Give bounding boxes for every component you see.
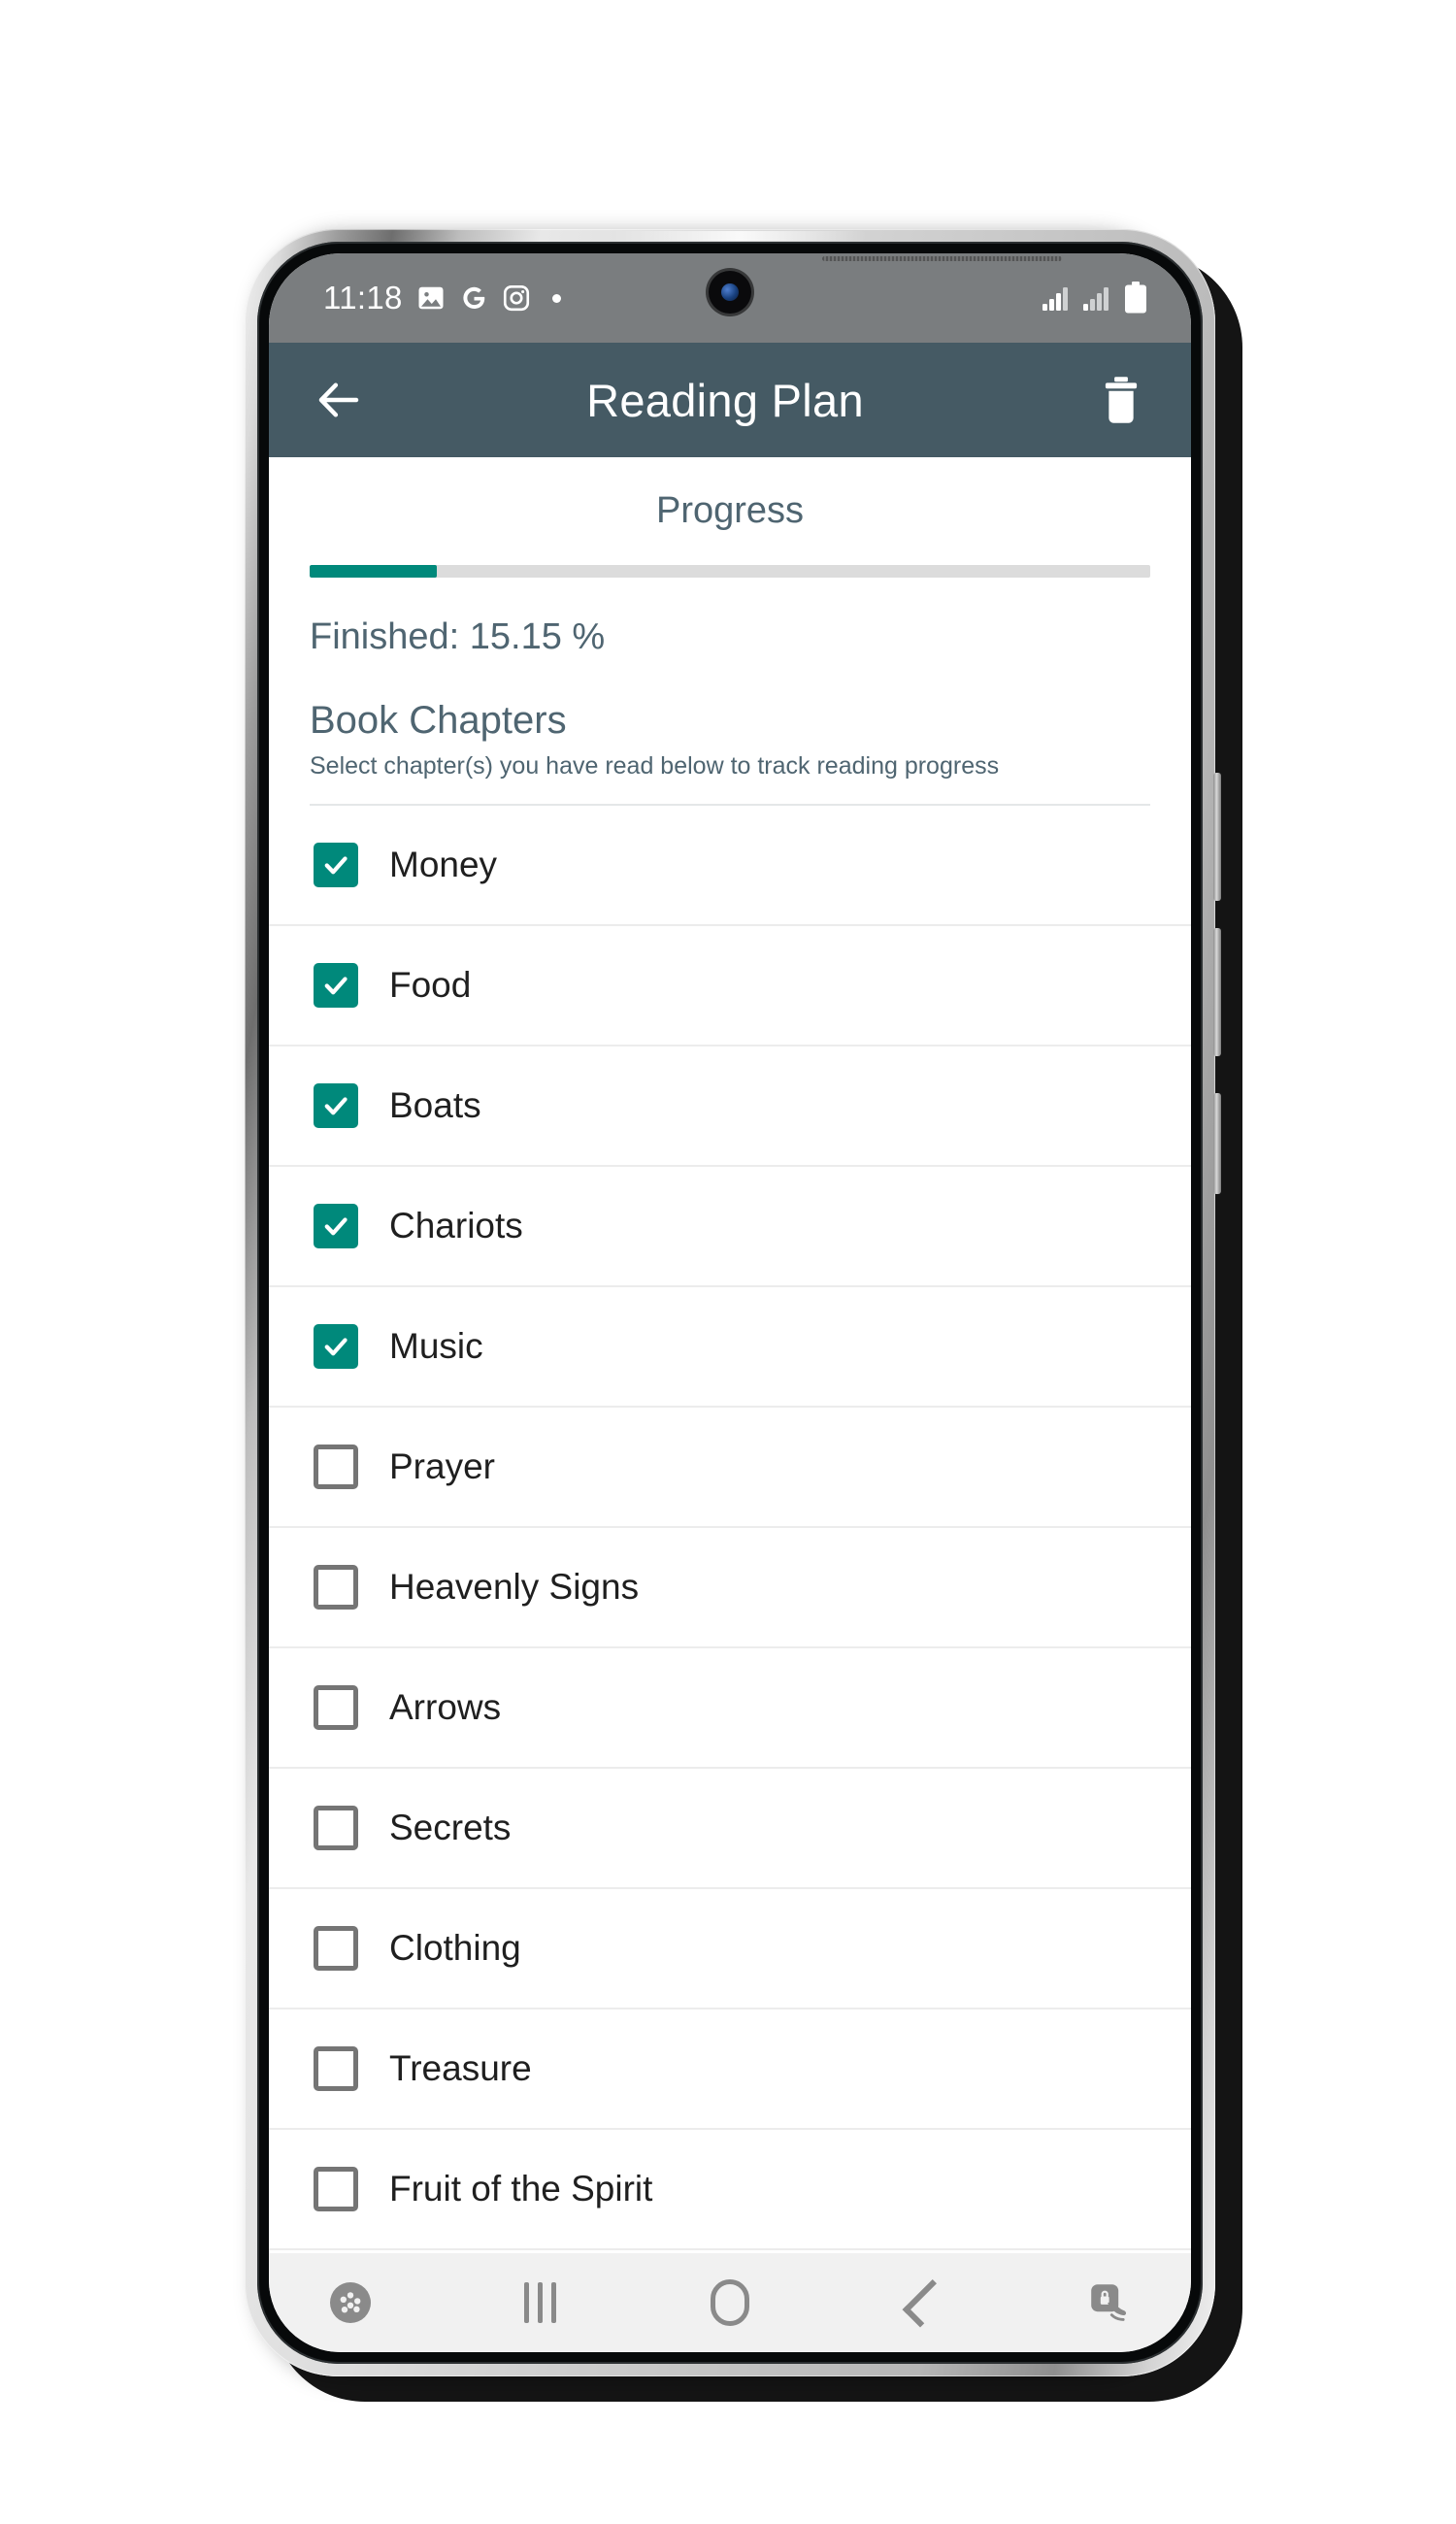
chapter-row[interactable]: Money — [269, 806, 1191, 926]
game-booster-icon[interactable] — [312, 2264, 389, 2341]
chapter-row[interactable]: Heavenly Signs — [269, 1528, 1191, 1648]
chapter-row[interactable]: Treasure — [269, 2009, 1191, 2130]
screenshot-canvas: 11:18 Reading Plan Progress Finished: 15… — [0, 0, 1456, 2524]
chapter-label: Clothing — [389, 1928, 521, 1968]
phone-screen: 11:18 Reading Plan Progress Finished: 15… — [269, 253, 1191, 2352]
content-area: Progress Finished: 15.15 % Book Chapters… — [269, 457, 1191, 2253]
recents-glyph — [524, 2282, 556, 2323]
chapter-label: Treasure — [389, 2048, 532, 2088]
checkbox-checked-icon[interactable] — [314, 1204, 358, 1248]
book-chapters-heading: Book Chapters — [310, 699, 567, 742]
phone-bezel: 11:18 Reading Plan Progress Finished: 15… — [257, 242, 1203, 2364]
status-bar-right — [1042, 282, 1148, 315]
back-icon[interactable] — [881, 2264, 959, 2341]
book-chapters-subtitle: Select chapter(s) you have read below to… — [310, 752, 1150, 806]
chapter-row[interactable]: Fruit of the Spirit — [269, 2130, 1191, 2250]
signal-bars-sim2-icon — [1082, 284, 1113, 312]
chapter-list: Money Food Boats Chariots Music Prayer Heavenl… — [269, 806, 1191, 2253]
frame-highlight — [613, 231, 866, 241]
phone-frame: 11:18 Reading Plan Progress Finished: 15… — [245, 229, 1221, 2376]
progress-label: Progress — [655, 490, 805, 531]
checkbox-checked-icon[interactable] — [314, 843, 358, 887]
chapter-row[interactable]: Secrets — [269, 1769, 1191, 1889]
instagram-icon — [502, 283, 531, 313]
back-glyph — [902, 2278, 950, 2328]
checkbox-checked-icon[interactable] — [314, 1083, 358, 1128]
checkbox-unchecked-icon[interactable] — [314, 1565, 358, 1610]
home-glyph — [711, 2279, 749, 2326]
chapter-row[interactable]: Clothing — [269, 1889, 1191, 2009]
page-title: Reading Plan — [586, 374, 864, 426]
chapter-label: Prayer — [389, 1446, 495, 1486]
progress-section: Progress Finished: 15.15 % Book Chapters… — [269, 457, 1191, 806]
checkbox-unchecked-icon[interactable] — [314, 1685, 358, 1730]
chapter-row[interactable]: Food — [269, 926, 1191, 1046]
chapter-row[interactable]: Arrows — [269, 1648, 1191, 1769]
app-bar: Reading Plan — [269, 343, 1191, 457]
chapter-label: Boats — [389, 1085, 481, 1125]
power-button[interactable] — [1213, 1093, 1221, 1194]
progress-bar-fill — [310, 565, 438, 578]
front-camera — [709, 271, 751, 314]
chapter-label: Music — [389, 1326, 483, 1366]
google-icon — [459, 283, 488, 313]
checkbox-unchecked-icon[interactable] — [314, 1926, 358, 1971]
progress-bar — [310, 565, 1150, 578]
screen-lock-touch-icon[interactable] — [1071, 2264, 1148, 2341]
chapter-label: Heavenly Signs — [389, 1567, 640, 1607]
chapter-label: Secrets — [389, 1808, 512, 1847]
status-bar-left: 11:18 — [323, 280, 561, 316]
chapter-row[interactable]: Music — [269, 1287, 1191, 1408]
chapter-row[interactable]: Prayer — [269, 1408, 1191, 1528]
earpiece-speaker — [822, 256, 1062, 261]
finished-percent-text: Finished: 15.15 % — [310, 616, 606, 657]
checkbox-checked-icon[interactable] — [314, 963, 358, 1008]
chapter-row[interactable]: Boats — [269, 1046, 1191, 1167]
status-bar: 11:18 — [269, 253, 1191, 343]
photos-icon — [416, 283, 446, 313]
checkbox-unchecked-icon[interactable] — [314, 2167, 358, 2211]
chapter-row[interactable]: Chariots — [269, 1167, 1191, 1287]
checkbox-unchecked-icon[interactable] — [314, 1445, 358, 1489]
status-time: 11:18 — [323, 280, 403, 316]
home-icon[interactable] — [691, 2264, 769, 2341]
chapter-label: Fruit of the Spirit — [389, 2169, 653, 2208]
back-arrow-icon[interactable] — [308, 369, 370, 431]
trash-icon[interactable] — [1090, 369, 1152, 431]
checkbox-unchecked-icon[interactable] — [314, 1806, 358, 1850]
dot-indicator-icon — [551, 293, 561, 303]
android-nav-bar — [269, 2253, 1191, 2352]
checkbox-checked-icon[interactable] — [314, 1324, 358, 1369]
signal-bars-sim1-icon — [1042, 284, 1073, 312]
recents-icon[interactable] — [502, 2264, 579, 2341]
volume-up-button[interactable] — [1213, 773, 1221, 901]
chapter-label: Food — [389, 965, 472, 1005]
volume-down-button[interactable] — [1213, 928, 1221, 1056]
battery-icon — [1123, 282, 1148, 315]
chapter-label: Arrows — [389, 1687, 502, 1727]
chapter-label: Chariots — [389, 1206, 523, 1245]
checkbox-unchecked-icon[interactable] — [314, 2046, 358, 2091]
chapter-label: Money — [389, 845, 498, 884]
